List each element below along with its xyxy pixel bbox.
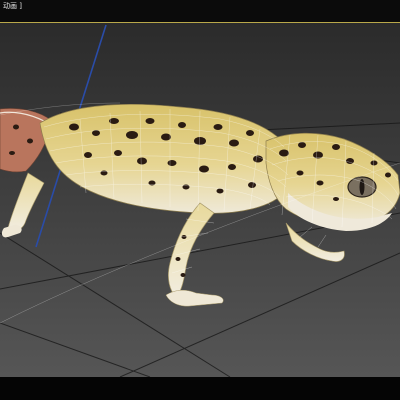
viewport-title-bar: 动画 ] — [0, 0, 400, 22]
viewport-canvas[interactable] — [0, 23, 400, 377]
perspective-viewport[interactable] — [0, 22, 400, 378]
viewport-footer — [0, 377, 400, 400]
viewport-window: 动画 ] — [0, 0, 400, 400]
viewport-label[interactable]: 动画 ] — [3, 2, 22, 11]
